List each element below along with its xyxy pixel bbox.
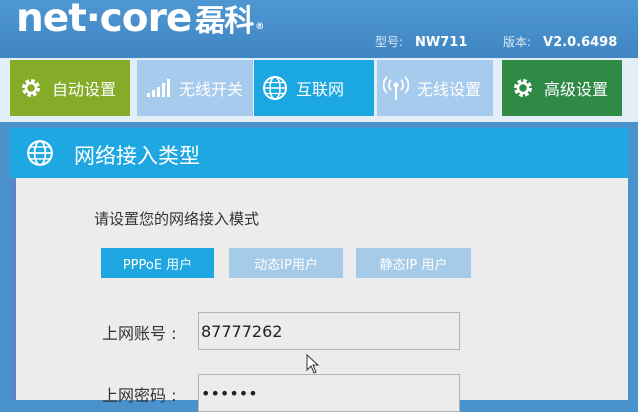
nav-advanced-settings-label: 高级设置: [544, 80, 609, 99]
network-access-panel: 网络接入类型 请设置您的网络接入模式 PPPoE 用户 动态IP用户 静态IP …: [10, 128, 628, 412]
globe-icon: [262, 75, 288, 101]
version-info: 版本: V2.0.6498: [503, 33, 617, 50]
model-info: 型号: NW711: [375, 33, 467, 50]
nav-internet-label: 互联网: [296, 80, 345, 99]
signal-bars-icon: [145, 75, 171, 101]
tab-dynamic-ip-user[interactable]: 动态IP用户: [229, 248, 343, 278]
panel-accent-bar: [10, 178, 16, 400]
brand-logo: net·core 磊科 ®: [16, 0, 264, 47]
access-mode-prompt: 请设置您的网络接入模式: [94, 210, 260, 228]
logo-cn-text: 磊科: [195, 4, 254, 39]
mouse-cursor-icon: [306, 353, 320, 378]
password-label: 上网密码 :: [102, 386, 177, 405]
nav-advanced-settings[interactable]: 高级设置: [502, 60, 622, 116]
tab-pppoe-user[interactable]: PPPoE 用户: [101, 248, 214, 278]
nav-auto-setup-label: 自动设置: [52, 80, 117, 99]
tab-static-ip-user[interactable]: 静态IP 用户: [356, 248, 471, 278]
gear-icon: [18, 75, 44, 101]
nav-internet[interactable]: 互联网: [254, 60, 374, 116]
nav-auto-setup[interactable]: 自动设置: [10, 60, 130, 116]
account-label: 上网账号 :: [102, 324, 177, 343]
account-input[interactable]: 87777262: [198, 312, 460, 350]
version-value: V2.0.6498: [543, 35, 618, 50]
model-value: NW711: [415, 35, 468, 50]
top-header: net·core 磊科 ® 型号: NW711 版本: V2.0.6498: [0, 0, 638, 58]
main-nav: 自动设置 无线开关 互联网 无线设置 高级设置: [0, 58, 638, 122]
logo-registered-mark: ®: [255, 22, 264, 32]
panel-header: 网络接入类型: [10, 128, 628, 178]
nav-wireless-settings-label: 无线设置: [417, 80, 482, 99]
antenna-icon: [383, 75, 409, 101]
version-label: 版本:: [503, 35, 532, 49]
nav-wireless-switch-label: 无线开关: [179, 80, 244, 99]
model-label: 型号:: [375, 35, 404, 49]
password-input[interactable]: ••••••: [198, 374, 460, 412]
gear-icon: [510, 75, 536, 101]
logo-text: net·core: [16, 0, 192, 41]
nav-wireless-switch[interactable]: 无线开关: [137, 60, 253, 116]
nav-wireless-settings[interactable]: 无线设置: [377, 60, 493, 116]
globe-icon: [26, 139, 54, 171]
panel-title: 网络接入类型: [74, 144, 200, 168]
